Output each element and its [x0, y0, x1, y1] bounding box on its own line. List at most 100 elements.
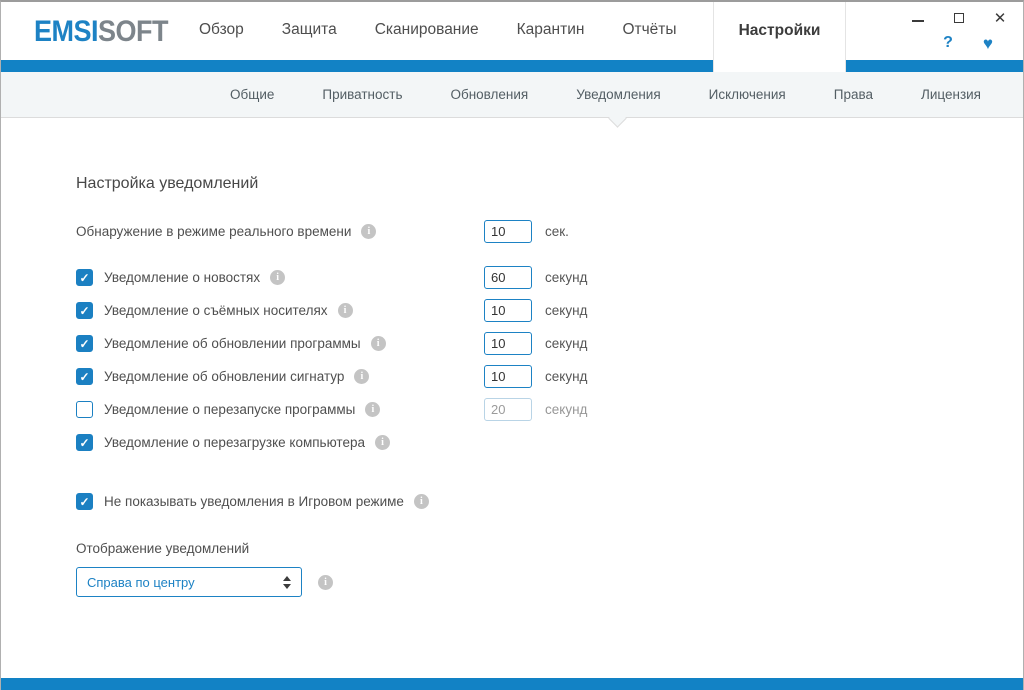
display-position-selected-value: Справа по центру	[87, 574, 195, 590]
realtime-unit-label: сек.	[545, 223, 569, 239]
realtime-detection-label: Обнаружение в режиме реального времени	[76, 223, 352, 239]
game-mode-row: ✓ Не показывать уведомления в Игровом ре…	[76, 485, 1023, 518]
removable-media-seconds-input[interactable]	[484, 299, 532, 322]
close-icon: ✕	[993, 9, 1007, 27]
program-update-unit-label: секунд	[545, 336, 588, 351]
removable-media-unit-label: секунд	[545, 303, 588, 318]
nav-protection[interactable]: Защита	[282, 21, 337, 39]
info-icon[interactable]: i	[365, 402, 381, 417]
top-bar: EMSISOFT Обзор Защита Сканирование Каран…	[1, 2, 1023, 58]
select-updown-icon	[283, 575, 291, 589]
page-title: Настройка уведомлений	[76, 175, 259, 192]
program-update-seconds-input[interactable]	[484, 332, 532, 355]
removable-media-notification-row: ✓ Уведомление о съёмных носителях i секу…	[76, 294, 1023, 327]
checkmark-icon: ✓	[79, 494, 90, 509]
triangle-up-icon	[283, 575, 291, 581]
realtime-seconds-input[interactable]	[484, 219, 532, 243]
program-update-notification-row: ✓ Уведомление об обновлении программы i …	[76, 327, 1023, 360]
emsisoft-logo: EMSISOFT	[34, 15, 169, 48]
accent-strip	[1, 60, 1023, 72]
help-icon[interactable]: ?	[943, 34, 953, 52]
display-position-label-row: Отображение уведомлений	[76, 539, 1023, 557]
signature-update-label: Уведомление об обновлении сигнатур	[104, 369, 345, 384]
display-position-label: Отображение уведомлений	[76, 540, 250, 556]
signature-update-unit-label: секунд	[545, 369, 588, 384]
program-restart-checkbox[interactable]: ✓	[76, 401, 93, 418]
nav-quarantine[interactable]: Карантин	[517, 21, 585, 39]
main-nav: Обзор Защита Сканирование Карантин Отчёт…	[199, 2, 677, 58]
display-position-select[interactable]: Справа по центру	[76, 567, 302, 597]
triangle-down-icon	[283, 583, 291, 589]
news-notification-row: ✓ Уведомление о новостях i секунд	[76, 261, 1023, 294]
minimize-button[interactable]	[911, 11, 925, 25]
maximize-button[interactable]	[952, 11, 966, 25]
program-restart-label: Уведомление о перезапуске программы	[104, 402, 356, 417]
subtab-privacy[interactable]: Приватность	[298, 72, 426, 117]
nav-settings-active-tab[interactable]: Настройки	[713, 2, 846, 72]
news-checkbox[interactable]: ✓	[76, 269, 93, 286]
news-seconds-input[interactable]	[484, 266, 532, 289]
logo-part-gray: SOFT	[98, 15, 169, 48]
subtab-notifications-label: Уведомления	[576, 87, 661, 102]
help-row: ? ♥	[943, 34, 993, 52]
program-update-label: Уведомление об обновлении программы	[104, 336, 361, 351]
subtab-exclusions[interactable]: Исключения	[685, 72, 810, 117]
computer-reboot-label: Уведомление о перезагрузке компьютера	[104, 435, 365, 450]
subtab-updates[interactable]: Обновления	[426, 72, 552, 117]
checkmark-icon: ✓	[79, 435, 90, 450]
info-icon[interactable]: i	[318, 574, 333, 590]
game-mode-checkbox[interactable]: ✓	[76, 493, 93, 510]
removable-media-checkbox[interactable]: ✓	[76, 302, 93, 319]
nav-logs[interactable]: Отчёты	[622, 21, 676, 39]
removable-media-field: секунд	[484, 299, 587, 322]
checkmark-icon: ✓	[79, 369, 90, 384]
program-restart-seconds-input[interactable]	[484, 398, 532, 421]
maximize-icon	[954, 13, 964, 23]
program-update-field: секунд	[484, 332, 587, 355]
realtime-detection-field: сек.	[484, 219, 569, 243]
game-mode-label: Не показывать уведомления в Игровом режи…	[104, 494, 404, 509]
notifications-settings-panel: Настройка уведомлений Обнаружение в режи…	[1, 118, 1023, 678]
news-field: секунд	[484, 266, 587, 289]
program-restart-unit-label: секунд	[545, 402, 588, 417]
subtab-notifications[interactable]: Уведомления	[552, 72, 684, 128]
computer-reboot-checkbox[interactable]: ✓	[76, 434, 93, 451]
info-icon[interactable]: i	[337, 303, 353, 318]
news-unit-label: секунд	[545, 270, 588, 285]
checkmark-icon: ✓	[79, 336, 90, 351]
subtab-permissions[interactable]: Права	[810, 72, 897, 117]
info-icon[interactable]: i	[361, 223, 377, 239]
nav-overview[interactable]: Обзор	[199, 21, 244, 39]
info-icon[interactable]: i	[270, 270, 286, 285]
subtab-license[interactable]: Лицензия	[897, 72, 1005, 117]
signature-update-field: секунд	[484, 365, 587, 388]
program-update-checkbox[interactable]: ✓	[76, 335, 93, 352]
program-restart-field: секунд	[484, 398, 587, 421]
computer-reboot-notification-row: ✓ Уведомление о перезагрузке компьютера …	[76, 426, 1023, 459]
nav-scanning[interactable]: Сканирование	[375, 21, 479, 39]
display-position-select-row: Справа по центру i	[76, 567, 1023, 597]
signature-update-seconds-input[interactable]	[484, 365, 532, 388]
news-label: Уведомление о новостях	[104, 270, 261, 285]
notification-options-list: ✓ Уведомление о новостях i секунд ✓ Увед…	[76, 261, 1023, 459]
signature-update-notification-row: ✓ Уведомление об обновлении сигнатур i с…	[76, 360, 1023, 393]
bottom-accent-bar	[1, 678, 1023, 690]
info-icon[interactable]: i	[413, 494, 429, 509]
window-controls: ✕	[911, 9, 1007, 27]
signature-update-checkbox[interactable]: ✓	[76, 368, 93, 385]
info-icon[interactable]: i	[374, 435, 390, 450]
info-icon[interactable]: i	[370, 336, 386, 351]
realtime-detection-row: Обнаружение в режиме реального времени i…	[76, 219, 1023, 243]
checkmark-icon: ✓	[79, 303, 90, 318]
heart-icon[interactable]: ♥	[983, 35, 993, 52]
info-icon[interactable]: i	[354, 369, 370, 384]
program-restart-notification-row: ✓ Уведомление о перезапуске программы i …	[76, 393, 1023, 426]
logo-part-blue: EMSI	[34, 15, 99, 48]
checkmark-icon: ✓	[79, 270, 90, 285]
minimize-icon	[912, 20, 924, 22]
close-button[interactable]: ✕	[993, 9, 1007, 27]
settings-subnav: Общие Приватность Обновления Уведомления…	[1, 72, 1023, 128]
removable-media-label: Уведомление о съёмных носителях	[104, 303, 328, 318]
subtab-general[interactable]: Общие	[206, 72, 298, 117]
app-window: EMSISOFT Обзор Защита Сканирование Каран…	[0, 0, 1024, 690]
